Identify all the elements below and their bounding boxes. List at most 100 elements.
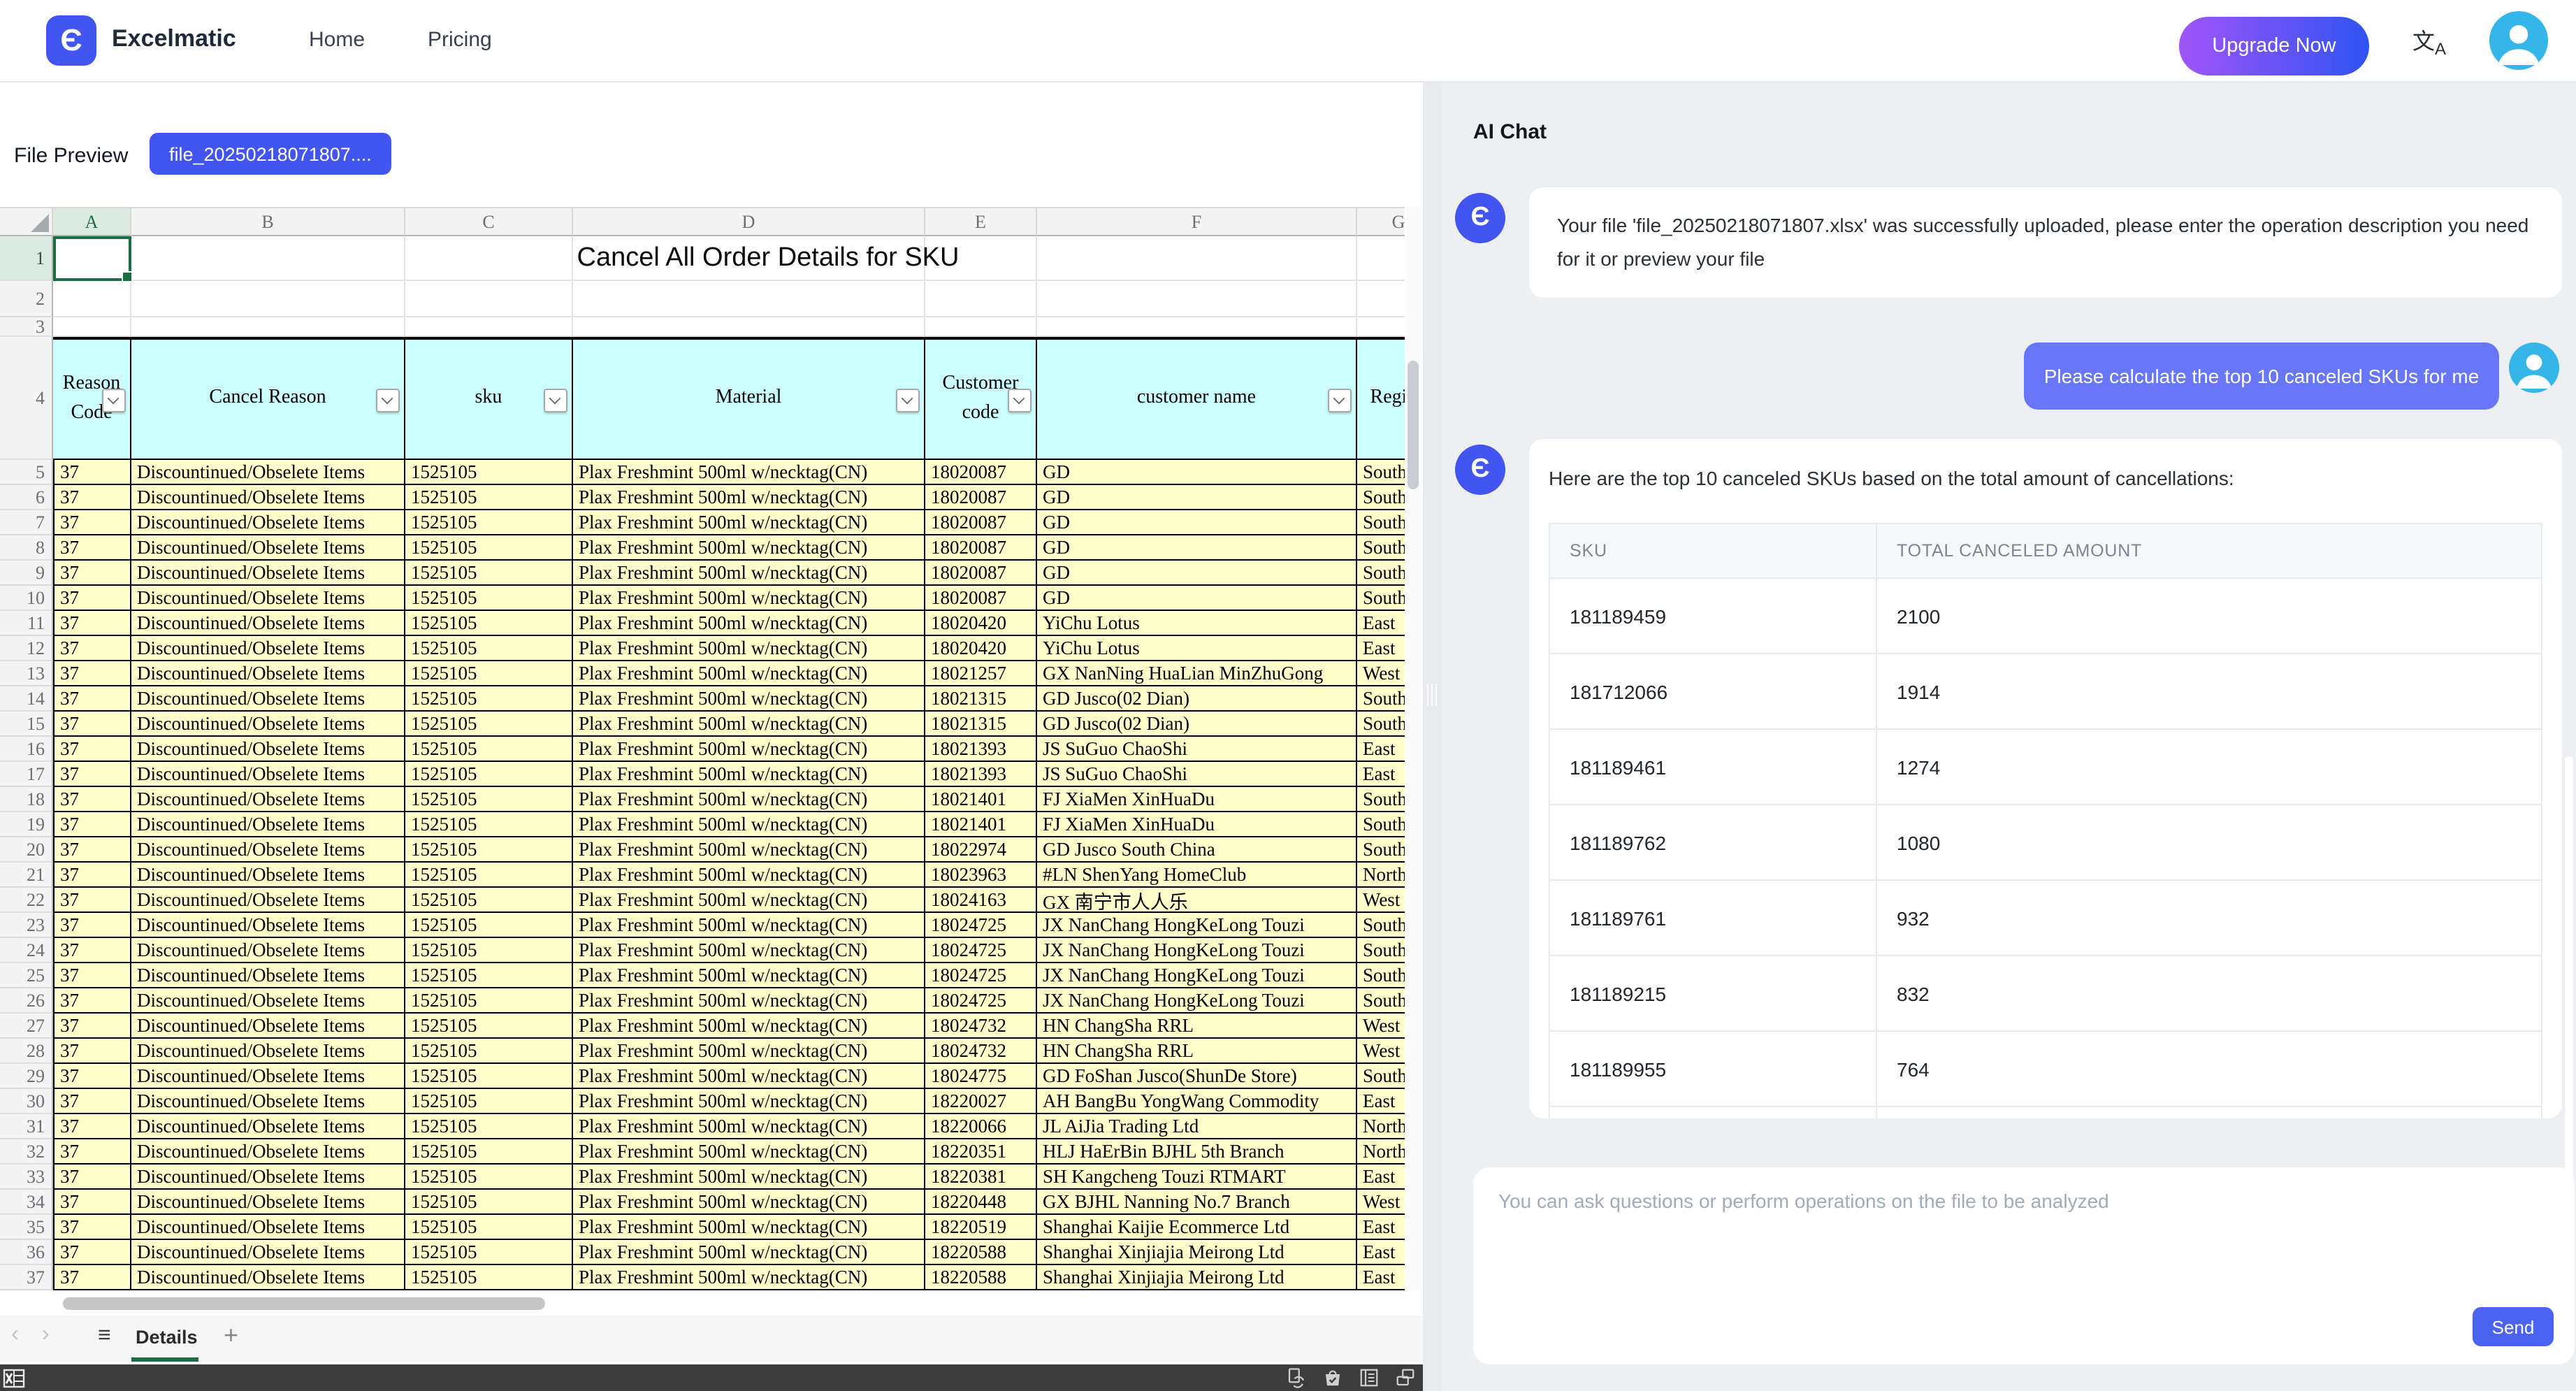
cell-E17[interactable]: 18021393 [925,762,1037,787]
cell-E37[interactable]: 18220588 [925,1265,1037,1290]
cell-B22[interactable]: Discountinued/Obselete Items [131,888,405,913]
sheet-prev-icon[interactable]: ‹ [11,1322,19,1348]
cell-B37[interactable]: Discountinued/Obselete Items [131,1265,405,1290]
copy-refresh-icon[interactable] [1286,1367,1307,1388]
cell-C15[interactable]: 1525105 [405,712,573,737]
cell-A26[interactable]: 37 [53,988,131,1014]
cell-F15[interactable]: GD Jusco(02 Dian) [1037,712,1357,737]
cell-B27[interactable]: Discountinued/Obselete Items [131,1014,405,1039]
cell-D22[interactable]: Plax Freshmint 500ml w/necktag(CN) [573,888,925,913]
cell-B19[interactable]: Discountinued/Obselete Items [131,812,405,837]
cell-E2[interactable] [925,281,1037,317]
cell-F29[interactable]: GD FoShan Jusco(ShunDe Store) [1037,1064,1357,1089]
cell-E18[interactable]: 18021401 [925,787,1037,812]
cell-A13[interactable]: 37 [53,661,131,686]
row-header-20[interactable]: 20 [0,837,53,863]
row-header-5[interactable]: 5 [0,460,53,485]
cell-D11[interactable]: Plax Freshmint 500ml w/necktag(CN) [573,611,925,636]
cell-F22[interactable]: GX 南宁市人人乐 [1037,888,1357,913]
cell-C17[interactable]: 1525105 [405,762,573,787]
cell-D3[interactable] [573,317,925,337]
cell-F14[interactable]: GD Jusco(02 Dian) [1037,686,1357,712]
cell-G23[interactable]: South [1357,913,1405,938]
cell-E20[interactable]: 18022974 [925,837,1037,863]
cell-G18[interactable]: South [1357,787,1405,812]
cell-C20[interactable]: 1525105 [405,837,573,863]
cell-D30[interactable]: Plax Freshmint 500ml w/necktag(CN) [573,1089,925,1114]
cell-B20[interactable]: Discountinued/Obselete Items [131,837,405,863]
cell-B32[interactable]: Discountinued/Obselete Items [131,1139,405,1165]
row-header-1[interactable]: 1 [0,236,53,281]
cell-G1[interactable] [1357,236,1405,281]
nav-link-home[interactable]: Home [309,28,365,52]
cell-C5[interactable]: 1525105 [405,460,573,485]
cell-A5[interactable]: 37 [53,460,131,485]
cell-F36[interactable]: Shanghai Xinjiajia Meirong Ltd [1037,1240,1357,1265]
select-all-corner[interactable] [0,207,53,236]
cell-D31[interactable]: Plax Freshmint 500ml w/necktag(CN) [573,1114,925,1139]
cell-A10[interactable]: 37 [53,586,131,611]
sheet-tab-details[interactable]: Details [136,1327,198,1348]
cell-F26[interactable]: JX NanChang HongKeLong Touzi [1037,988,1357,1014]
row-header-34[interactable]: 34 [0,1190,53,1215]
cell-G31[interactable]: North [1357,1114,1405,1139]
cell-A20[interactable]: 37 [53,837,131,863]
cell-F10[interactable]: GD [1037,586,1357,611]
cell-A8[interactable]: 37 [53,535,131,561]
cell-C30[interactable]: 1525105 [405,1089,573,1114]
row-header-4[interactable]: 4 [0,337,53,460]
cell-G19[interactable]: South [1357,812,1405,837]
cell-F30[interactable]: AH BangBu YongWang Commodity [1037,1089,1357,1114]
column-header-F[interactable]: F [1037,207,1357,236]
cell-D1[interactable] [573,236,925,281]
cell-D18[interactable]: Plax Freshmint 500ml w/necktag(CN) [573,787,925,812]
cell-B36[interactable]: Discountinued/Obselete Items [131,1240,405,1265]
cell-G10[interactable]: South [1357,586,1405,611]
windows-overlap-icon[interactable] [1395,1367,1416,1388]
cell-E21[interactable]: 18023963 [925,863,1037,888]
cell-F5[interactable]: GD [1037,460,1357,485]
cell-A14[interactable]: 37 [53,686,131,712]
bag-check-icon[interactable] [1322,1367,1343,1388]
cell-A31[interactable]: 37 [53,1114,131,1139]
cell-C10[interactable]: 1525105 [405,586,573,611]
cell-A27[interactable]: 37 [53,1014,131,1039]
cell-F6[interactable]: GD [1037,485,1357,510]
cell-E36[interactable]: 18220588 [925,1240,1037,1265]
cell-A34[interactable]: 37 [53,1190,131,1215]
cell-C36[interactable]: 1525105 [405,1240,573,1265]
cell-G22[interactable]: West [1357,888,1405,913]
cell-C3[interactable] [405,317,573,337]
cell-D28[interactable]: Plax Freshmint 500ml w/necktag(CN) [573,1039,925,1064]
cell-E8[interactable]: 18020087 [925,535,1037,561]
row-header-35[interactable]: 35 [0,1215,53,1240]
cell-G32[interactable]: North [1357,1139,1405,1165]
row-header-22[interactable]: 22 [0,888,53,913]
cell-E25[interactable]: 18024725 [925,963,1037,988]
add-sheet-icon[interactable]: + [224,1321,238,1350]
chat-scrollbar-thumb[interactable] [2565,756,2573,1329]
cell-E22[interactable]: 18024163 [925,888,1037,913]
cell-A9[interactable]: 37 [53,561,131,586]
row-header-19[interactable]: 19 [0,812,53,837]
column-header-C[interactable]: C [405,207,573,236]
cell-D7[interactable]: Plax Freshmint 500ml w/necktag(CN) [573,510,925,535]
cell-D26[interactable]: Plax Freshmint 500ml w/necktag(CN) [573,988,925,1014]
cell-F34[interactable]: GX BJHL Nanning No.7 Branch [1037,1190,1357,1215]
cell-C21[interactable]: 1525105 [405,863,573,888]
cell-G29[interactable]: South [1357,1064,1405,1089]
cell-D27[interactable]: Plax Freshmint 500ml w/necktag(CN) [573,1014,925,1039]
cell-B3[interactable] [131,317,405,337]
filter-header-reason-code[interactable]: Reason Code [53,337,131,460]
row-header-6[interactable]: 6 [0,485,53,510]
row-header-30[interactable]: 30 [0,1089,53,1114]
cell-C24[interactable]: 1525105 [405,938,573,963]
row-header-2[interactable]: 2 [0,281,53,317]
cell-C28[interactable]: 1525105 [405,1039,573,1064]
cell-F18[interactable]: FJ XiaMen XinHuaDu [1037,787,1357,812]
cell-E32[interactable]: 18220351 [925,1139,1037,1165]
cell-A24[interactable]: 37 [53,938,131,963]
cell-F2[interactable] [1037,281,1357,317]
cell-E14[interactable]: 18021315 [925,686,1037,712]
cell-A37[interactable]: 37 [53,1265,131,1290]
